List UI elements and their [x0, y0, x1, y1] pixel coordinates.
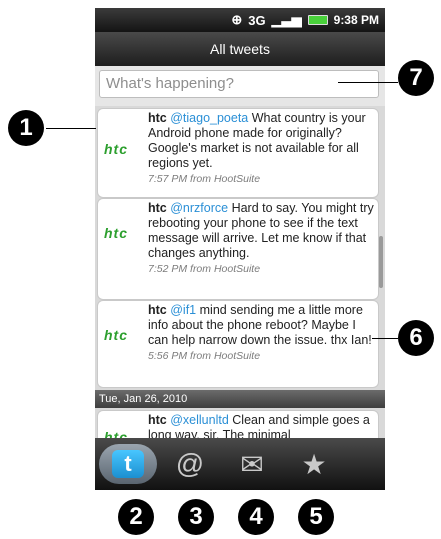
star-icon: ★	[301, 448, 327, 480]
callout-5: 5	[298, 499, 334, 535]
htc-avatar-icon: htc	[104, 327, 128, 343]
bottom-tab-bar: t @ ✉ ★	[95, 438, 385, 490]
screen-title: All tweets	[210, 41, 270, 57]
callout-2: 2	[118, 499, 154, 535]
envelope-icon: ✉	[240, 448, 264, 480]
network-icon: 3G	[248, 12, 266, 28]
signal-icon: ▁▃▅	[271, 12, 302, 27]
date-header: Tue, Jan 26, 2010	[95, 390, 385, 408]
tab-favorites[interactable]: ★	[285, 444, 343, 484]
tweet-item[interactable]: htc htc @if1 mind sending me a little mo…	[97, 300, 379, 388]
twitter-icon: t	[112, 450, 144, 478]
title-bar: All tweets	[95, 32, 385, 66]
tab-messages[interactable]: ✉	[223, 444, 281, 484]
scrollbar[interactable]	[379, 236, 383, 288]
tweet-item[interactable]: htc htc @tiago_poeta What country is you…	[97, 108, 379, 198]
battery-icon	[307, 15, 328, 25]
tweet-item[interactable]: htc htc @xellunltd Clean and simple goes…	[97, 410, 379, 438]
tab-mentions[interactable]: @	[161, 444, 219, 484]
htc-avatar-icon: htc	[104, 141, 128, 157]
tweet-user[interactable]: @tiago_poeta	[170, 111, 248, 125]
tweet-meta: 5:56 PM from HootSuite	[148, 350, 261, 362]
htc-avatar-icon: htc	[104, 225, 128, 241]
callout-1-line	[46, 128, 96, 129]
at-icon: @	[175, 448, 205, 479]
callout-7: 7	[398, 60, 434, 96]
htc-avatar-icon: htc	[104, 429, 128, 438]
callout-4: 4	[238, 499, 274, 535]
callout-7-line	[338, 82, 398, 83]
tweet-user[interactable]: @xellunltd	[170, 413, 229, 427]
tweet-user[interactable]: @nrzforce	[170, 201, 228, 215]
tweet-item[interactable]: htc htc @nrzforce Hard to say. You might…	[97, 198, 379, 300]
tweet-meta: 7:52 PM from HootSuite	[148, 263, 261, 275]
status-bar: ⊕ 3G ▁▃▅ 9:38 PM	[95, 8, 385, 32]
tweet-author: htc	[148, 303, 167, 317]
callout-1: 1	[8, 110, 44, 146]
whats-happening-input[interactable]: What's happening?	[99, 70, 379, 98]
callout-6-line	[372, 338, 398, 339]
callout-3: 3	[178, 499, 214, 535]
tweet-feed[interactable]: htc htc @tiago_poeta What country is you…	[95, 106, 385, 438]
tweet-author: htc	[148, 201, 167, 215]
tab-twitter[interactable]: t	[99, 444, 157, 484]
gps-icon: ⊕	[231, 12, 243, 27]
clock: 9:38 PM	[333, 13, 379, 27]
tweet-author: htc	[148, 413, 167, 427]
tweet-user[interactable]: @if1	[170, 303, 196, 317]
callout-6: 6	[398, 320, 434, 356]
phone-screen: ⊕ 3G ▁▃▅ 9:38 PM All tweets What's happe…	[95, 8, 385, 490]
compose-bar: What's happening?	[95, 66, 385, 108]
tweet-meta: 7:57 PM from HootSuite	[148, 173, 261, 185]
tweet-author: htc	[148, 111, 167, 125]
